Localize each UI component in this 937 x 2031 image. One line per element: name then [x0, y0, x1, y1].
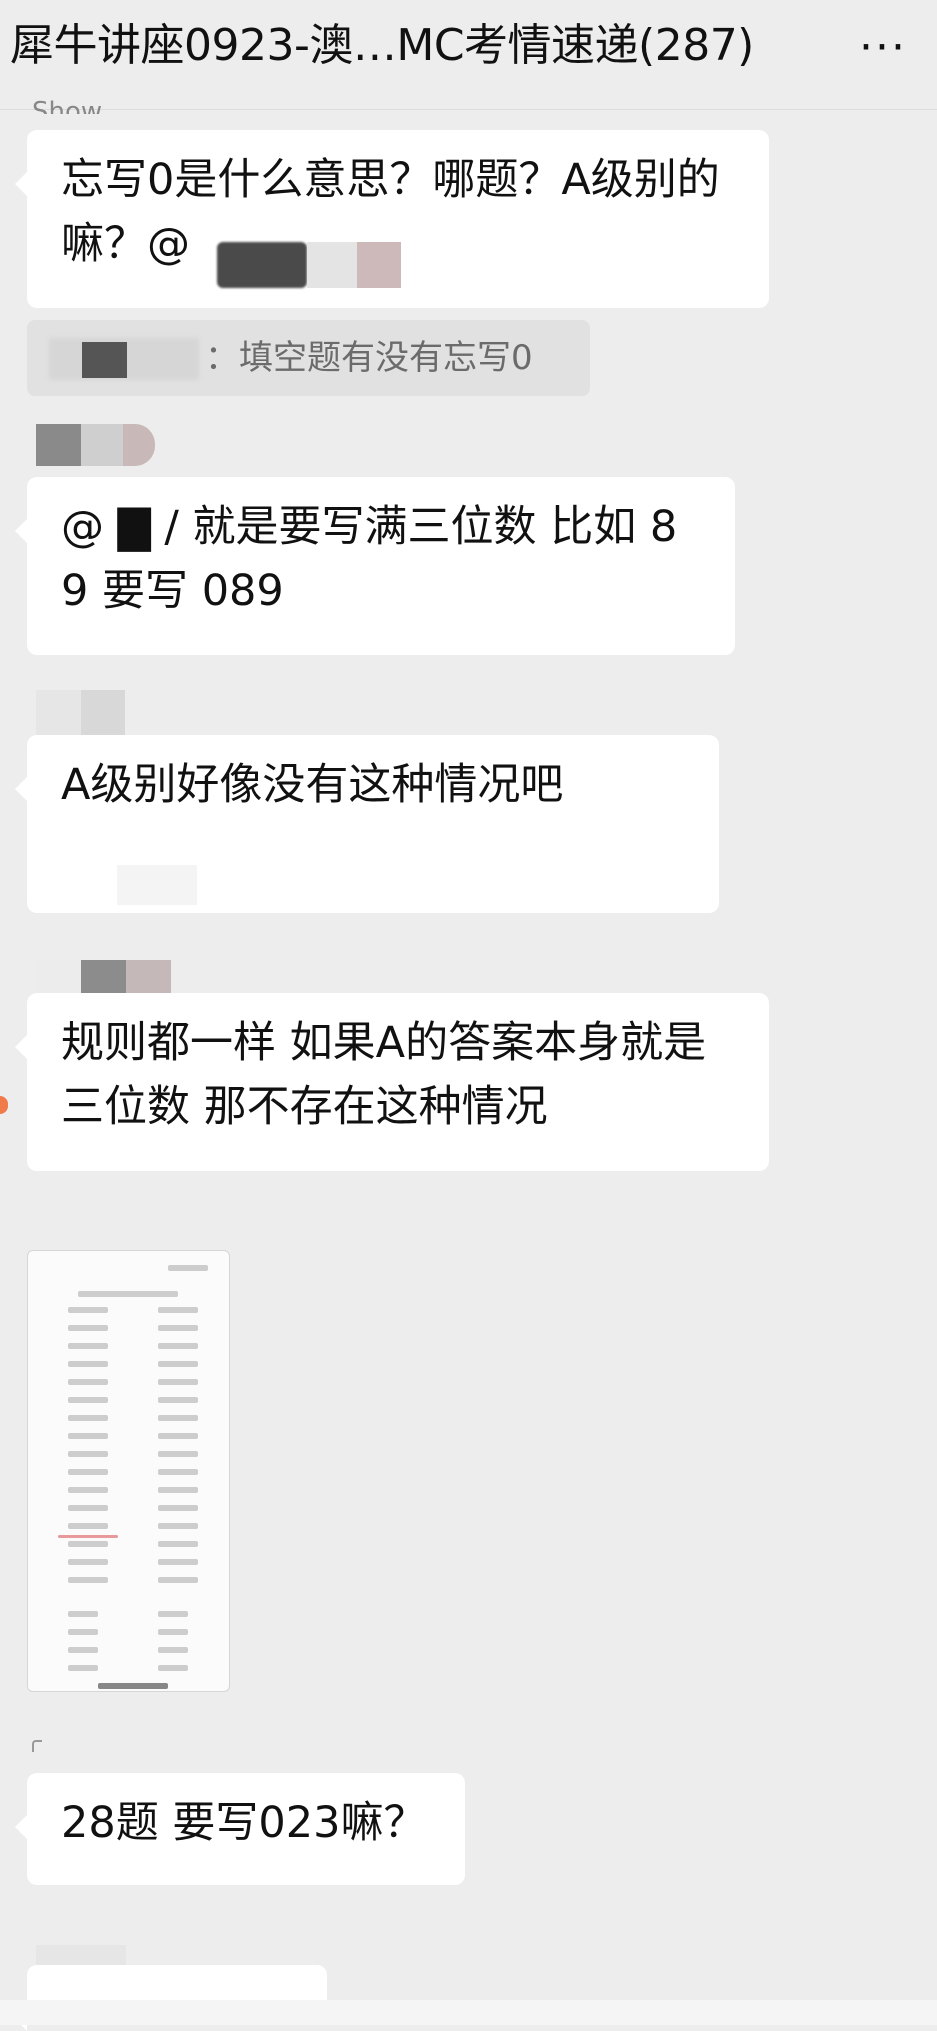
blurred-avatar — [36, 690, 81, 735]
image-line — [68, 1361, 108, 1367]
image-line — [58, 1535, 118, 1538]
message-text: 规则都一样 如果A的答案本身就是三位数 那不存在这种情况 — [61, 1018, 707, 1132]
image-line — [68, 1523, 108, 1529]
image-line — [68, 1469, 108, 1475]
message-bubble[interactable]: 28题 要写023嘛？ — [15, 1773, 465, 1885]
blurred-avatar — [81, 424, 123, 466]
image-line — [68, 1487, 108, 1493]
blurred-avatar — [36, 424, 81, 466]
image-line — [68, 1665, 98, 1671]
quote-text: ：填空题有没有忘写0 — [205, 338, 533, 378]
message-text: 28题 要写023嘛？ — [61, 1798, 427, 1848]
image-line — [158, 1397, 198, 1403]
image-line — [68, 1451, 108, 1457]
image-line — [68, 1647, 98, 1653]
image-line — [158, 1611, 188, 1617]
message-bubble[interactable]: @ ▇ / 就是要写满三位数 比如 89 要写 089 — [15, 477, 735, 655]
image-line — [158, 1629, 188, 1635]
image-line — [78, 1291, 178, 1297]
answer-sheet-image[interactable] — [27, 1250, 230, 1692]
unread-indicator — [0, 1096, 8, 1114]
blurred-mention — [217, 242, 307, 288]
message-bubble[interactable]: A级别好像没有这种情况吧 — [15, 735, 719, 913]
image-line — [158, 1433, 198, 1439]
image-line — [98, 1683, 168, 1689]
image-line — [158, 1559, 198, 1565]
bottom-bar — [0, 2000, 937, 2025]
image-line — [158, 1451, 198, 1457]
blurred-avatar — [123, 424, 155, 466]
image-line — [158, 1647, 188, 1653]
message-bubble[interactable]: 忘写0是什么意思？哪题？A级别的嘛？@ — [15, 130, 769, 308]
more-options-icon[interactable]: ··· — [859, 22, 907, 74]
image-line — [68, 1379, 108, 1385]
image-line — [68, 1325, 108, 1331]
image-line — [158, 1361, 198, 1367]
image-line — [158, 1379, 198, 1385]
image-line — [158, 1541, 198, 1547]
image-line — [158, 1325, 198, 1331]
blurred-avatar — [81, 690, 125, 735]
image-line — [158, 1665, 188, 1671]
chat-header: 犀牛讲座0923-澳…MC考情速递(287) ··· — [0, 0, 937, 110]
message-text: @ ▇ / 就是要写满三位数 比如 89 要写 089 — [61, 502, 678, 616]
blurred-name — [82, 342, 127, 378]
image-line — [68, 1629, 98, 1635]
image-line — [68, 1577, 108, 1583]
image-line — [68, 1541, 108, 1547]
image-line — [68, 1397, 108, 1403]
image-line — [168, 1265, 208, 1271]
image-line — [68, 1307, 108, 1313]
image-line — [68, 1433, 108, 1439]
image-line — [158, 1307, 198, 1313]
image-line — [158, 1505, 198, 1511]
blurred-mention — [357, 242, 401, 288]
image-line — [68, 1505, 108, 1511]
message-text: A级别好像没有这种情况吧 — [61, 760, 564, 810]
image-line — [158, 1469, 198, 1475]
sender-name — [32, 1740, 42, 1752]
image-line — [158, 1577, 198, 1583]
image-line — [158, 1415, 198, 1421]
quoted-message[interactable]: ：填空题有没有忘写0 — [27, 320, 590, 396]
image-line — [68, 1343, 108, 1349]
blurred-mention — [307, 242, 357, 288]
message-bubble[interactable]: 规则都一样 如果A的答案本身就是三位数 那不存在这种情况 — [15, 993, 769, 1171]
image-line — [68, 1415, 108, 1421]
chat-title: 犀牛讲座0923-澳…MC考情速递(287) — [10, 20, 754, 71]
sender-name: Show — [32, 97, 103, 114]
image-line — [158, 1343, 198, 1349]
image-line — [68, 1559, 108, 1565]
image-line — [158, 1523, 198, 1529]
image-line — [68, 1611, 98, 1617]
image-line — [158, 1487, 198, 1493]
blurred-mention — [117, 865, 197, 905]
